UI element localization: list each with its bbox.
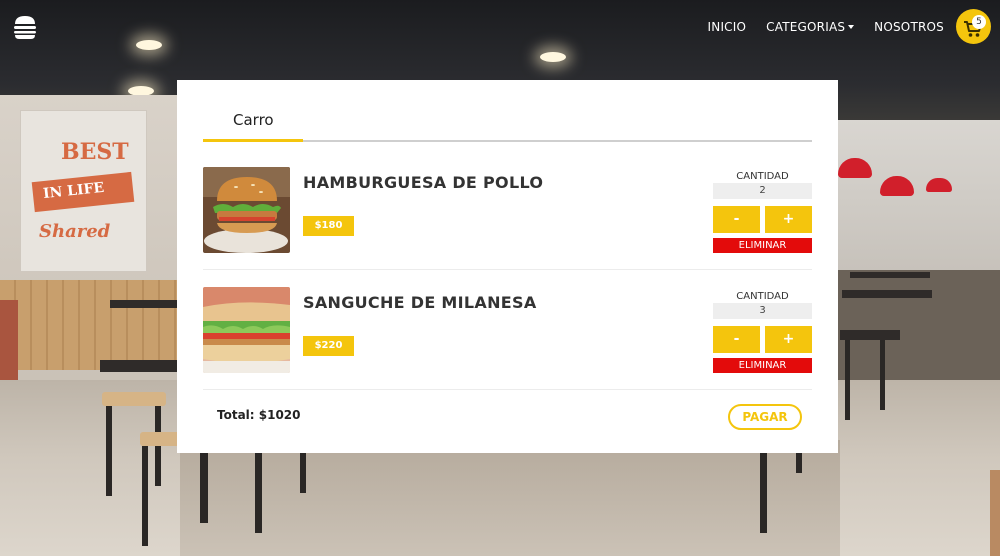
- wood-post: [990, 470, 1000, 556]
- stool-leg: [106, 406, 112, 496]
- item-divider: [203, 389, 812, 390]
- item-price-badge: $220: [303, 336, 354, 356]
- tab-label: Carro: [233, 111, 274, 129]
- cart-total: Total: $1020: [217, 408, 301, 422]
- table: [842, 290, 932, 298]
- nav-link-label: CATEGORIAS: [766, 20, 846, 34]
- table: [850, 272, 930, 278]
- table-leg: [760, 453, 767, 533]
- stool-seat: [140, 432, 180, 446]
- item-image: [203, 287, 290, 373]
- active-tab-indicator: [203, 139, 303, 142]
- item-image: [203, 167, 290, 253]
- item-name: SANGUCHE DE MILANESA: [303, 293, 537, 312]
- right-wall: [838, 120, 1000, 270]
- cart-panel: Carro HAMBURGUESA DE POLLO $180 CANTIDAD: [177, 80, 838, 453]
- stool-leg: [200, 453, 208, 523]
- table-leg: [880, 340, 885, 410]
- navbar: INICIO CATEGORIAS NOSOTROS 5: [0, 0, 1000, 54]
- quantity-label: CANTIDAD: [736, 291, 789, 302]
- quantity-field[interactable]: [713, 303, 812, 319]
- stool-leg: [142, 446, 148, 546]
- cart-tabs: Carro: [203, 108, 812, 142]
- wood-panel: [0, 280, 180, 370]
- chicken-burger-photo: [203, 167, 290, 253]
- nav-link-inicio[interactable]: INICIO: [708, 20, 747, 34]
- table: [840, 330, 900, 340]
- delete-item-button[interactable]: ELIMINAR: [713, 358, 812, 373]
- tab-carro[interactable]: Carro: [203, 108, 303, 142]
- nav-menu: INICIO CATEGORIAS NOSOTROS: [708, 20, 944, 34]
- nav-link-nosotros[interactable]: NOSOTROS: [874, 20, 944, 34]
- stool-leg: [300, 453, 306, 493]
- stool-seat: [102, 392, 166, 406]
- floor-shadow: [180, 440, 840, 556]
- quantity-label: CANTIDAD: [736, 171, 789, 182]
- table-leg: [845, 340, 850, 420]
- nav-link-categorias[interactable]: CATEGORIAS: [766, 20, 855, 34]
- item-divider: [203, 269, 812, 270]
- item-price-badge: $180: [303, 216, 354, 236]
- increase-quantity-button[interactable]: +: [765, 206, 812, 233]
- table: [100, 360, 178, 372]
- decrease-quantity-button[interactable]: -: [713, 326, 760, 353]
- mural-poster: BEST IN LIFE Shared: [20, 110, 147, 272]
- table: [110, 300, 178, 308]
- mural-text: BEST: [61, 139, 129, 165]
- cart-count-badge: 5: [972, 15, 986, 29]
- item-name: HAMBURGUESA DE POLLO: [303, 173, 544, 192]
- increase-quantity-button[interactable]: +: [765, 326, 812, 353]
- quantity-field[interactable]: [713, 183, 812, 199]
- decrease-quantity-button[interactable]: -: [713, 206, 760, 233]
- stool-leg: [155, 406, 161, 486]
- red-lamp: [926, 178, 952, 192]
- cart-item: HAMBURGUESA DE POLLO $180 CANTIDAD - + E…: [203, 167, 812, 257]
- stool-leg: [255, 453, 262, 533]
- milanesa-sandwich-photo: [203, 287, 290, 373]
- delete-item-button[interactable]: ELIMINAR: [713, 238, 812, 253]
- table-leg: [796, 453, 802, 473]
- caret-down-icon: [848, 25, 855, 29]
- mural-text: Shared: [39, 221, 111, 242]
- pay-button[interactable]: PAGAR: [728, 404, 802, 430]
- burger-icon[interactable]: [13, 14, 37, 40]
- cart-item: SANGUCHE DE MILANESA $220 CANTIDAD - + E…: [203, 287, 812, 377]
- cart-button[interactable]: 5: [956, 9, 991, 44]
